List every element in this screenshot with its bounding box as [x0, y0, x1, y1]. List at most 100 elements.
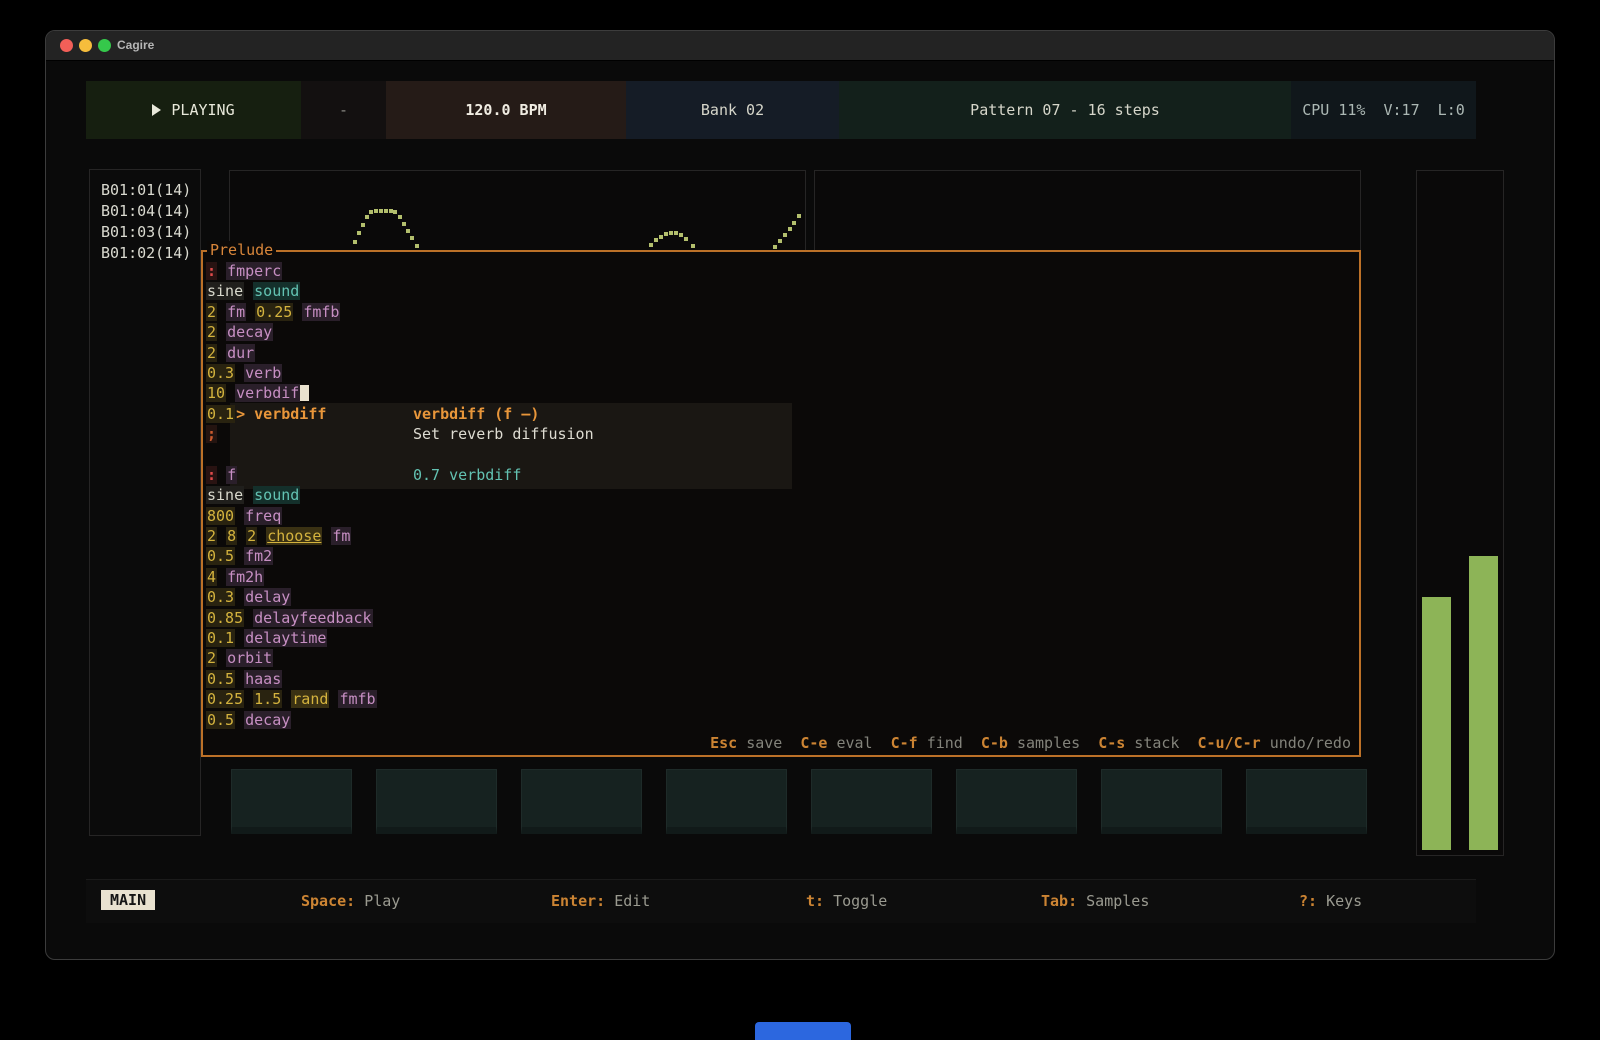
code-token: fm	[226, 303, 246, 321]
waveform-dot	[410, 236, 414, 240]
level-meter-right	[1469, 556, 1498, 850]
sample-list: B01:01(14)B01:04(14)B01:03(14)B01:02(14)	[90, 180, 200, 264]
code-token: 0.5	[206, 547, 235, 565]
code-line: sine sound	[206, 486, 1355, 506]
waveform-dot	[792, 221, 796, 225]
pattern-display[interactable]: Pattern 07 - 16 steps	[839, 81, 1291, 139]
waveform-dot	[369, 210, 373, 214]
minimize-window-button[interactable]	[79, 39, 92, 52]
code-line	[206, 446, 1355, 466]
cpu-stats: CPU 11% V:17 L:0	[1291, 81, 1476, 139]
level-meter-panel	[1416, 170, 1504, 856]
code-token: 1.5	[253, 690, 282, 708]
code-token: delaytime	[244, 629, 327, 647]
pattern-step-cell[interactable]	[811, 769, 932, 834]
waveform-dot	[398, 215, 402, 219]
statusbar-shortcut: Enter: Edit	[551, 892, 650, 910]
sample-slot[interactable]: B01:02(14)	[90, 243, 200, 264]
spacer-label: -	[339, 101, 348, 119]
code-line: 2 8 2 choose fm	[206, 527, 1355, 547]
code-token: decay	[226, 323, 273, 341]
sample-slot[interactable]: B01:03(14)	[90, 222, 200, 243]
sample-slot[interactable]: B01:01(14)	[90, 180, 200, 201]
code-token: 4	[206, 568, 217, 586]
code-token: sound	[253, 486, 300, 504]
code-token: 0.85	[206, 609, 244, 627]
bpm-display[interactable]: 120.0 BPM	[386, 81, 626, 139]
code-token: 0.25	[206, 690, 244, 708]
code-token: freq	[244, 507, 282, 525]
editor-title: Prelude	[207, 241, 276, 259]
code-token: 10	[206, 384, 226, 402]
code-token: 2	[206, 344, 217, 362]
statusbar-shortcut: ?: Keys	[1299, 892, 1362, 910]
waveform-dot	[361, 223, 365, 227]
waveform-dot	[691, 244, 695, 248]
code-token: delayfeedback	[253, 609, 372, 627]
pattern-step-cell[interactable]	[956, 769, 1077, 834]
code-line: 2 decay	[206, 323, 1355, 343]
code-line: 0.5 haas	[206, 670, 1355, 690]
code-token: fm2h	[226, 568, 264, 586]
code-token: sine	[206, 282, 244, 300]
code-line: 0.3 delay	[206, 588, 1355, 608]
window-title: Cagire	[117, 38, 154, 52]
editor-hint: C-s stack	[1098, 734, 1179, 752]
code-line: 2 dur	[206, 344, 1355, 364]
code-token: 2	[206, 303, 217, 321]
pattern-step-cell[interactable]	[376, 769, 497, 834]
waveform-dot	[679, 233, 683, 237]
pattern-step-cell[interactable]	[1101, 769, 1222, 834]
code-token: 0.3	[206, 588, 235, 606]
code-token: fmfb	[302, 303, 340, 321]
waveform-dot	[353, 240, 357, 244]
code-token: 2	[206, 323, 217, 341]
dock-indicator[interactable]	[755, 1022, 851, 1040]
waveform-dot	[778, 239, 782, 243]
pattern-step-cell[interactable]	[231, 769, 352, 834]
code-token: rand	[291, 690, 329, 708]
waveform-dot	[654, 238, 658, 242]
code-token: 0.5	[206, 670, 235, 688]
statusbar-shortcut: Space: Play	[301, 892, 400, 910]
mode-badge[interactable]: MAIN	[101, 890, 155, 910]
code-line: 2 orbit	[206, 649, 1355, 669]
waveform-dot	[649, 243, 653, 247]
pattern-step-cell[interactable]	[666, 769, 787, 834]
code-token: orbit	[226, 649, 273, 667]
close-window-button[interactable]	[60, 39, 73, 52]
autocomplete-selected-item[interactable]: > verbdiff	[235, 405, 327, 423]
code-token: 0.1	[206, 405, 235, 423]
waveform-dot	[406, 229, 410, 233]
code-token: fm2	[244, 547, 273, 565]
sample-slot[interactable]: B01:04(14)	[90, 201, 200, 222]
waveform-dot	[664, 232, 668, 236]
play-status-label: PLAYING	[171, 101, 234, 119]
editor-hint: Esc save	[710, 734, 782, 752]
code-token: :	[206, 262, 217, 280]
bank-value: Bank 02	[701, 101, 764, 119]
transport-play-status[interactable]: PLAYING	[86, 81, 301, 139]
code-line: 0.85 delayfeedback	[206, 609, 1355, 629]
code-line: 2 fm 0.25 fmfb	[206, 303, 1355, 323]
level-meter-left	[1422, 597, 1451, 850]
code-token: fm	[331, 527, 351, 545]
code-token: fmperc	[226, 262, 282, 280]
pattern-step-cell[interactable]	[1246, 769, 1367, 834]
bank-display[interactable]: Bank 02	[626, 81, 839, 139]
code-token: 800	[206, 507, 235, 525]
zoom-window-button[interactable]	[98, 39, 111, 52]
transport-spacer: -	[301, 81, 386, 139]
code-line: 800 freq	[206, 507, 1355, 527]
code-token: fmfb	[338, 690, 376, 708]
code-line: 0.1 delaytime	[206, 629, 1355, 649]
code-token: dur	[226, 344, 255, 362]
code-token: :	[206, 466, 217, 484]
statusbar-shortcut: Tab: Samples	[1041, 892, 1149, 910]
pattern-step-cell[interactable]	[521, 769, 642, 834]
waveform-dot	[415, 244, 419, 248]
code-line: 4 fm2h	[206, 568, 1355, 588]
code-line: ;	[206, 425, 1355, 445]
code-editor[interactable]: Prelude verbdiff (f —) Set reverb diffus…	[201, 250, 1361, 757]
waveform-dot	[659, 235, 663, 239]
